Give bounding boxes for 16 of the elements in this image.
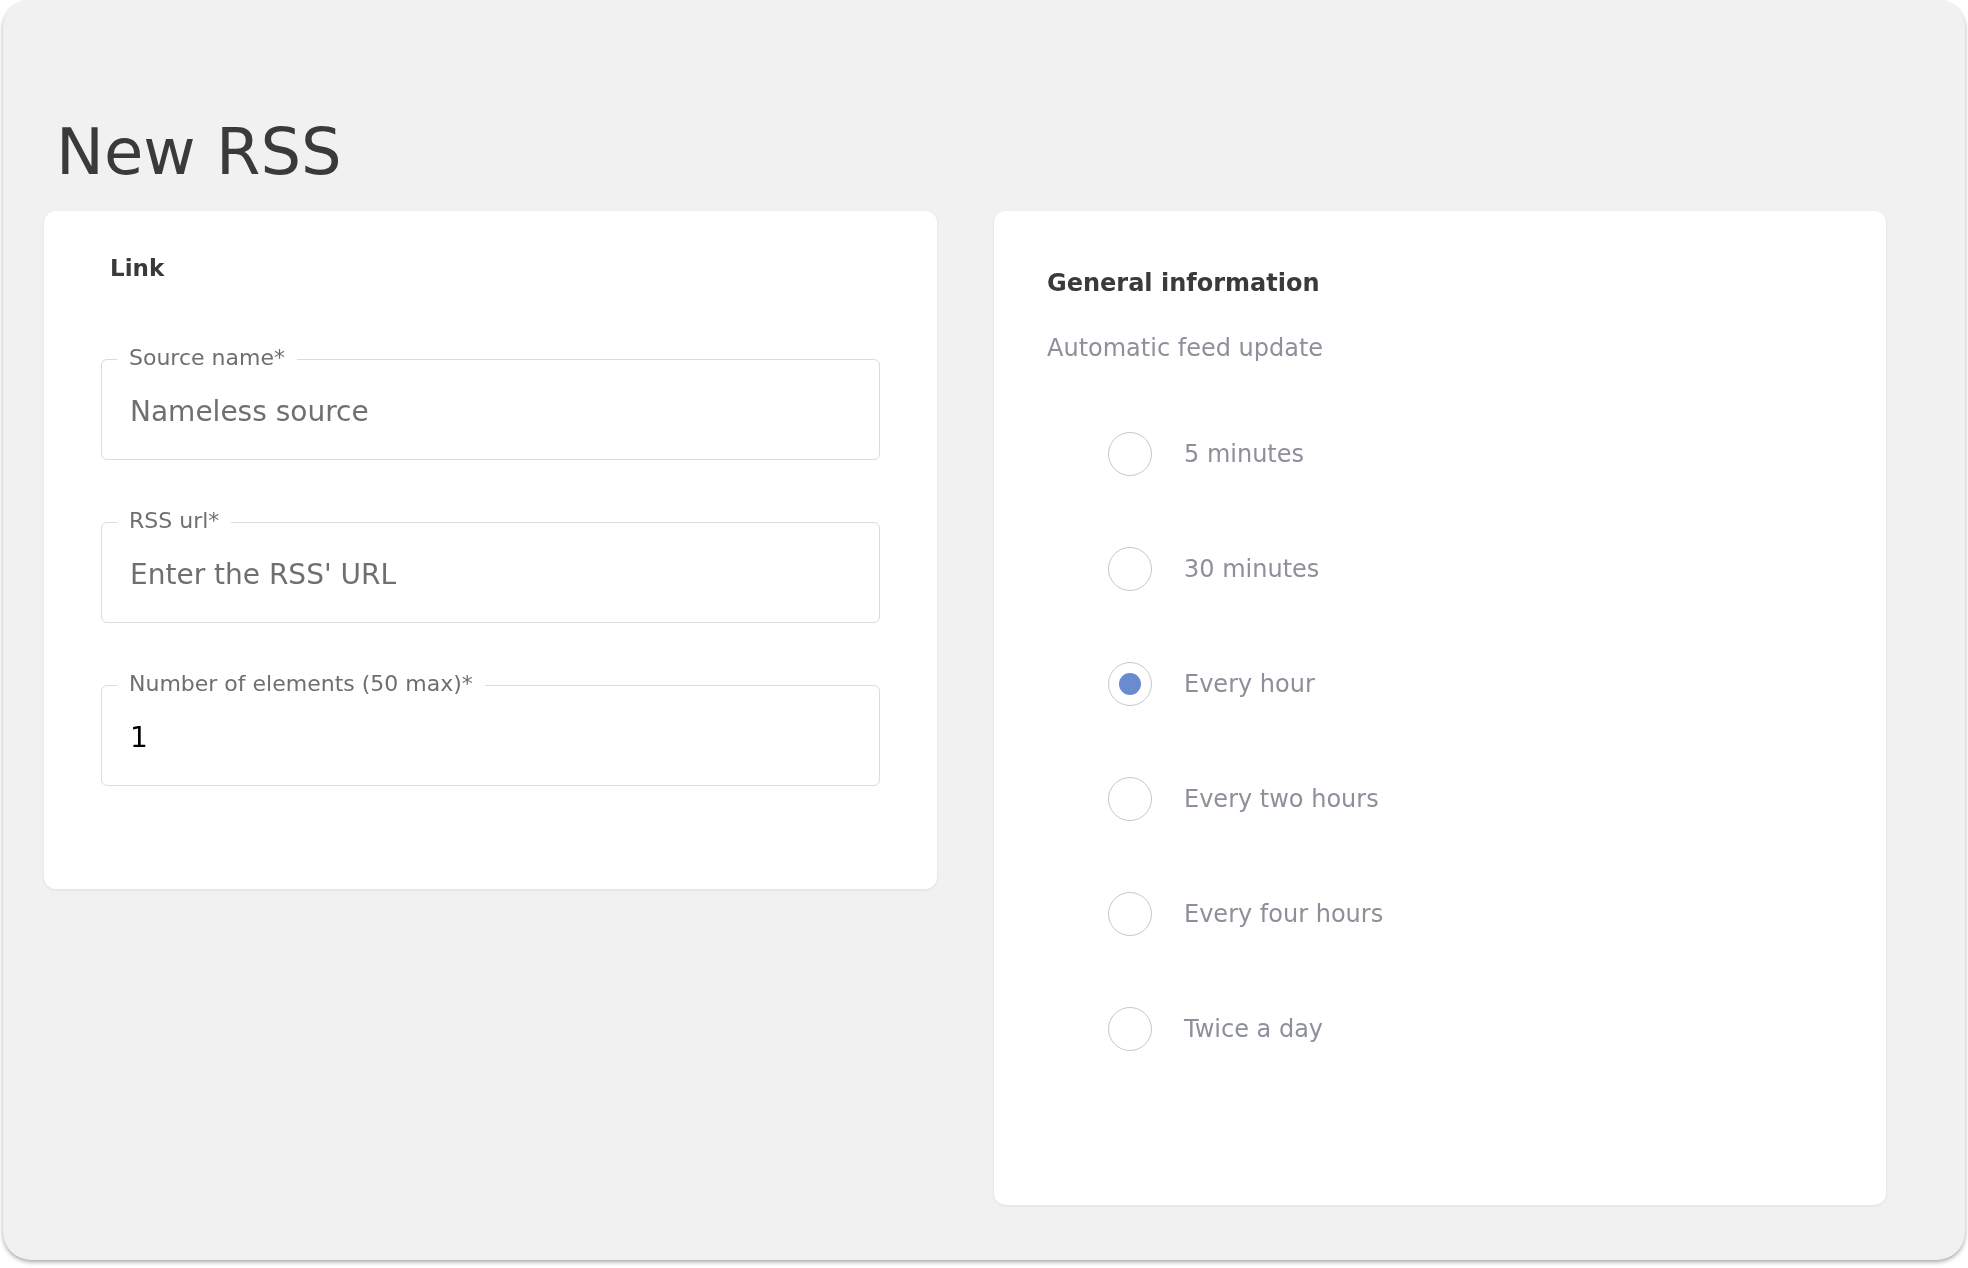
page-title: New RSS xyxy=(56,114,342,191)
option-label: Every hour xyxy=(1184,669,1315,700)
option-label: Every four hours xyxy=(1184,899,1384,930)
radio-button[interactable] xyxy=(1108,662,1152,706)
radio-button[interactable] xyxy=(1108,547,1152,591)
radio-button[interactable] xyxy=(1108,1007,1152,1051)
radio-button[interactable] xyxy=(1108,777,1152,821)
radio-button[interactable] xyxy=(1108,432,1152,476)
card-heading: Link xyxy=(110,254,165,283)
section-subtitle: Automatic feed update xyxy=(1047,333,1324,364)
option-label: 5 minutes xyxy=(1184,439,1305,470)
radio-button[interactable] xyxy=(1108,892,1152,936)
option-label: 30 minutes xyxy=(1184,554,1320,585)
card-heading: General information xyxy=(1047,268,1320,299)
option-label: Twice a day xyxy=(1184,1014,1324,1045)
option-label: Every two hours xyxy=(1184,784,1379,815)
